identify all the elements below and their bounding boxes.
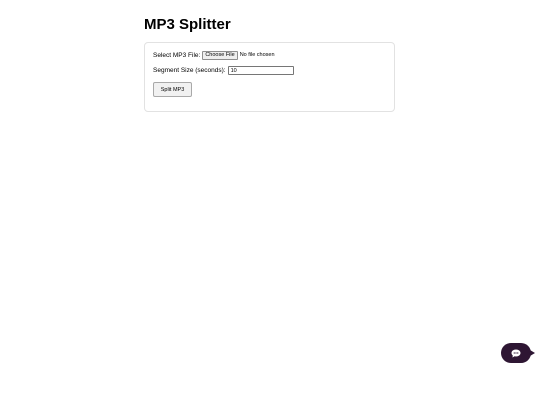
chat-bubble-icon — [511, 349, 521, 357]
page-title: MP3 Splitter — [144, 16, 231, 33]
file-label: Select MP3 File: — [153, 52, 201, 59]
chat-widget-button[interactable] — [501, 343, 535, 363]
choose-file-button[interactable]: Choose File — [202, 51, 238, 60]
file-status-text: No file chosen — [239, 52, 275, 58]
segment-size-label: Segment Size (seconds): — [153, 67, 226, 74]
splitter-form-card: Select MP3 File: Choose File No file cho… — [144, 42, 395, 112]
segment-size-input[interactable] — [227, 66, 294, 75]
segment-size-row: Segment Size (seconds): — [153, 66, 294, 75]
file-select-row: Select MP3 File: Choose File No file cho… — [153, 51, 275, 60]
page: MP3 Splitter Select MP3 File: Choose Fil… — [0, 0, 540, 405]
split-mp3-button[interactable]: Split MP3 — [153, 82, 192, 97]
